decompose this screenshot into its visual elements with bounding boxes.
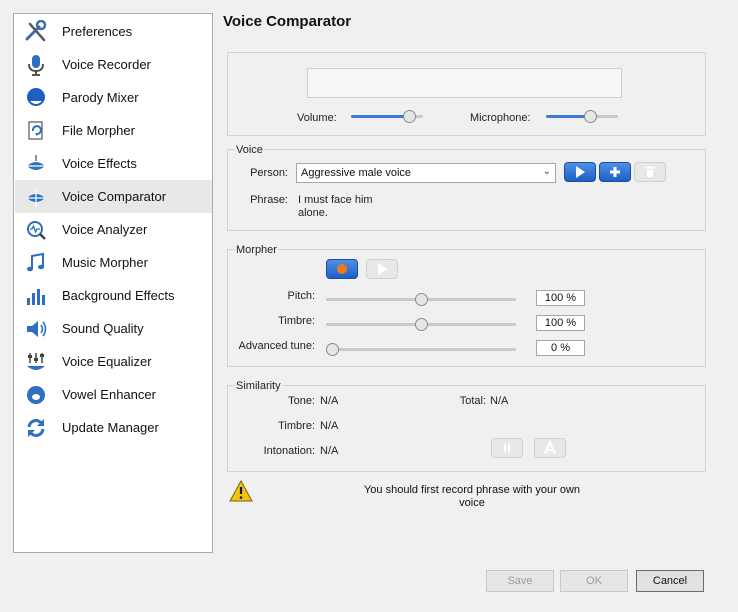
tools-icon [23,19,49,45]
microphone-icon [23,52,49,78]
add-voice-button[interactable] [599,162,631,182]
sidebar-item-label: Background Effects [62,288,175,303]
warning-icon [229,479,253,505]
sidebar-item-label: Sound Quality [62,321,144,336]
sidebar-item-voice-comparator[interactable]: Voice Comparator [15,180,212,213]
sidebar-item-parody-mixer[interactable]: Parody Mixer [15,81,212,114]
file-morph-icon [23,118,49,144]
sidebar-item-label: Music Morpher [62,255,148,270]
sidebar-item-music-morpher[interactable]: Music Morpher [15,246,212,279]
total-label: Total: [459,395,486,407]
pitch-value[interactable]: 100 % [536,290,585,306]
advanced-tune-value[interactable]: 0 % [536,340,585,356]
play-recording-button[interactable] [366,259,398,279]
sidebar-item-background-effects[interactable]: Background Effects [15,279,212,312]
phrase-text-line1: I must face him [298,194,373,206]
tone-label: Tone: [288,395,315,407]
person-dropdown[interactable]: Aggressive male voice ⌄ [296,163,556,183]
play-icon [576,166,585,178]
sidebar-item-vowel-enhancer[interactable]: Vowel Enhancer [15,378,212,411]
music-note-icon [23,250,49,276]
sidebar-item-file-morpher[interactable]: File Morpher [15,114,212,147]
lips-compare-icon [23,184,49,210]
sidebar-item-sound-quality[interactable]: Sound Quality [15,312,212,345]
total-value: N/A [490,395,509,407]
sidebar-item-label: Voice Recorder [62,57,151,72]
warning-message-line2: voice [459,497,485,509]
delete-voice-button[interactable] [634,162,666,182]
advanced-tune-label: Advanced tune: [238,340,315,352]
tone-value: N/A [320,395,339,407]
microphone-label: Microphone: [470,112,531,124]
cancel-button[interactable]: Cancel [636,570,704,592]
face-icon [23,85,49,111]
chevron-down-icon: ⌄ [542,166,551,177]
record-icon [337,264,347,274]
sidebar-item-label: Preferences [62,24,133,39]
letter-a-icon [544,441,556,455]
sidebar-item-voice-analyzer[interactable]: Voice Analyzer [15,213,212,246]
volume-slider[interactable] [351,110,423,124]
sidebar-item-label: File Morpher [62,123,135,138]
play-voice-button[interactable] [564,162,596,182]
sidebar-item-label: Voice Analyzer [62,222,148,237]
compare-icon [503,443,511,453]
timbre-similarity-label: Timbre: [278,420,315,432]
play-icon [378,263,387,275]
sidebar-item-update-manager[interactable]: Update Manager [15,411,212,444]
sidebar-item-voice-recorder[interactable]: Voice Recorder [15,48,212,81]
sidebar-item-label: Voice Effects [62,156,137,171]
advanced-tune-slider-thumb[interactable] [326,343,339,356]
phrase-text-line2: alone. [298,207,328,219]
lips-effects-icon [23,151,49,177]
trash-icon [645,166,655,179]
warning-message: You should first record phrase with your… [352,484,592,510]
person-dropdown-value: Aggressive male voice [301,167,412,179]
save-button[interactable]: Save [486,570,554,592]
sidebar-item-voice-effects[interactable]: Voice Effects [15,147,212,180]
analyzer-icon [23,217,49,243]
intonation-value: N/A [320,445,339,457]
sidebar-item-label: Vowel Enhancer [62,387,156,402]
sidebar-item-label: Voice Equalizer [62,354,152,369]
sidebar-item-preferences[interactable]: Preferences [15,15,212,48]
sidebar-item-label: Voice Comparator [62,189,167,204]
sidebar-item-voice-equalizer[interactable]: Voice Equalizer [15,345,212,378]
pitch-label: Pitch: [287,290,315,302]
sidebar-nav: Preferences Voice Recorder Parody Mixer … [13,13,213,553]
vowel-icon [23,382,49,408]
compare-play-button[interactable] [491,438,523,458]
person-label: Person: [250,167,288,179]
record-button[interactable] [326,259,358,279]
timbre-label: Timbre: [278,315,315,327]
analyze-button[interactable] [534,438,566,458]
microphone-slider[interactable] [546,110,618,124]
timbre-slider-thumb[interactable] [415,318,428,331]
sidebar-item-label: Update Manager [62,420,159,435]
volume-slider-thumb[interactable] [403,110,416,123]
pitch-slider[interactable] [326,293,516,307]
timbre-similarity-value: N/A [320,420,339,432]
phrase-label: Phrase: [250,194,288,206]
similarity-group-label: Similarity [235,380,282,392]
volume-label: Volume: [297,112,337,124]
background-bars-icon [23,283,49,309]
speaker-icon [23,316,49,342]
warning-message-line1: You should first record phrase with your… [363,484,581,496]
morpher-group-label: Morpher [235,244,278,256]
advanced-tune-slider[interactable] [326,343,516,357]
equalizer-icon [23,349,49,375]
page-title: Voice Comparator [223,13,352,30]
timbre-value[interactable]: 100 % [536,315,585,331]
intonation-label: Intonation: [263,445,315,457]
level-display [307,68,622,98]
microphone-slider-thumb[interactable] [584,110,597,123]
pitch-slider-thumb[interactable] [415,293,428,306]
timbre-slider[interactable] [326,318,516,332]
update-arrows-icon [23,415,49,441]
sidebar-item-label: Parody Mixer [62,90,139,105]
ok-button[interactable]: OK [560,570,628,592]
plus-icon [610,167,620,177]
voice-group-label: Voice [235,144,264,156]
